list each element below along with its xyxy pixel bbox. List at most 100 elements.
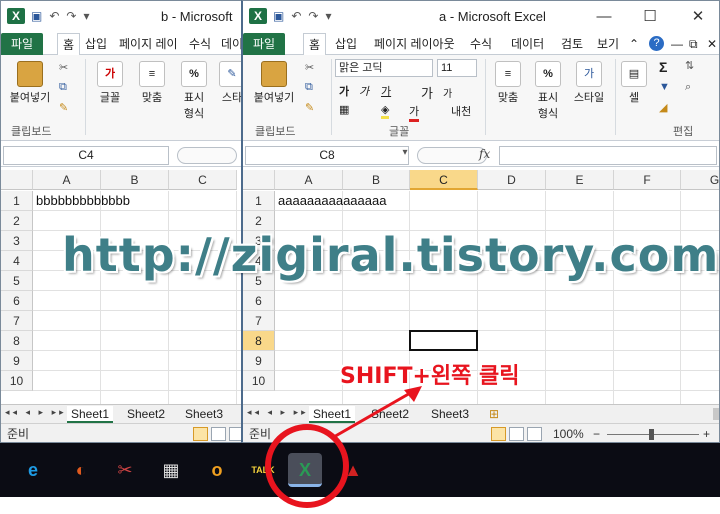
italic-button[interactable]: 가 [359, 83, 369, 99]
row-header[interactable]: 2 [1, 211, 33, 231]
paste-button[interactable]: 붙여넣기 [5, 61, 55, 105]
sheet-tab-3[interactable]: Sheet3 [181, 406, 227, 423]
tab-view[interactable]: 보기 [597, 33, 619, 55]
row-header[interactable]: 8 [243, 331, 275, 351]
find-select-icon[interactable]: ⌕ [685, 81, 691, 94]
tab-insert[interactable]: 삽입 [85, 33, 107, 55]
styles-button[interactable]: ✎ 스타 [217, 61, 244, 105]
cut-icon[interactable]: ✂ [59, 61, 68, 74]
column-header[interactable]: B [343, 170, 410, 190]
zoom-slider-thumb[interactable] [649, 429, 654, 440]
row-header[interactable]: 7 [243, 311, 275, 331]
normal-view-icon[interactable] [193, 427, 208, 441]
copy-icon[interactable]: ⧉ [305, 81, 313, 94]
customize-qat-icon[interactable]: ▾ [325, 9, 331, 23]
page-layout-view-icon[interactable] [211, 427, 226, 441]
workbook-close-icon[interactable]: ✕ [707, 33, 717, 55]
save-icon[interactable]: ▣ [273, 9, 284, 23]
font-button[interactable]: 가 글꼴 [93, 61, 127, 105]
row-header[interactable]: 3 [1, 231, 33, 251]
horizontal-scrollbar[interactable] [713, 408, 719, 420]
taskbar-app-media-player[interactable]: ◐ [64, 453, 98, 487]
grow-font-button[interactable]: 가 [421, 83, 433, 102]
select-all-corner[interactable] [1, 170, 33, 190]
tab-file[interactable]: 파일 [243, 33, 286, 55]
number-format-button[interactable]: % 표시 형식 [177, 61, 211, 121]
row-header[interactable]: 6 [243, 291, 275, 311]
clear-icon[interactable]: ◢ [659, 101, 667, 114]
column-header[interactable]: E [546, 170, 614, 190]
sheet-tab-3[interactable]: Sheet3 [427, 406, 473, 423]
name-box[interactable]: C8 [245, 146, 409, 165]
formula-input[interactable] [177, 147, 237, 164]
format-painter-icon[interactable]: ✎ [59, 101, 68, 114]
title-bar[interactable]: X ▣ ↶ ↷ ▾ b - Microsoft [1, 1, 244, 33]
number-format-button[interactable]: % 표시 형식 [531, 61, 565, 121]
excel-window-b[interactable]: X ▣ ↶ ↷ ▾ b - Microsoft 파일 홈 삽입 페이지 레이 수… [0, 0, 244, 443]
customize-qat-icon[interactable]: ▾ [83, 9, 89, 23]
sheet-navigation[interactable]: ◂◂ ◂ ▸ ▸▸ [247, 407, 309, 418]
tab-formulas[interactable]: 수식 [189, 33, 211, 55]
tab-data[interactable]: 데이 [221, 33, 243, 55]
tab-insert[interactable]: 삽입 [335, 33, 357, 55]
name-box-dropdown-icon[interactable]: ▾ [397, 147, 413, 158]
row-header[interactable]: 4 [1, 251, 33, 271]
row-header[interactable]: 7 [1, 311, 33, 331]
font-name-select[interactable]: 맑은 고딕 [335, 59, 433, 77]
column-header[interactable]: C [410, 170, 478, 190]
tab-page-layout[interactable]: 페이지 레이 [119, 33, 178, 55]
row-header[interactable]: 10 [1, 371, 33, 391]
tab-review[interactable]: 검토 [561, 33, 583, 55]
maximize-button[interactable]: ☐ [635, 7, 665, 27]
ribbon-minimize-icon[interactable]: — [671, 33, 683, 55]
paste-button[interactable]: 붙여넣기 [249, 61, 299, 105]
minimize-button[interactable]: — [589, 7, 619, 27]
copy-icon[interactable]: ⧉ [59, 81, 67, 94]
tab-formulas[interactable]: 수식 [470, 33, 492, 55]
ribbon-collapse-icon[interactable]: ⌃ [629, 33, 639, 55]
fill-color-icon[interactable]: ◈ [381, 103, 390, 119]
column-header[interactable]: B [101, 170, 169, 190]
row-header[interactable]: 8 [1, 331, 33, 351]
select-all-corner[interactable] [243, 170, 275, 190]
formula-input[interactable] [499, 146, 717, 165]
formula-tools[interactable] [417, 147, 487, 164]
tab-home[interactable]: 홈 [57, 33, 81, 56]
align-button[interactable]: ≡ 맞춤 [135, 61, 169, 105]
page-layout-view-icon[interactable] [509, 427, 524, 441]
row-header[interactable]: 1 [1, 191, 33, 211]
phonetic-guide-button[interactable]: 내천 [451, 103, 471, 119]
ribbon-restore-icon[interactable]: ⧉ [689, 33, 698, 55]
tab-home[interactable]: 홈 [303, 33, 327, 56]
fill-icon[interactable]: ▼ [659, 81, 670, 93]
row-header[interactable]: 5 [1, 271, 33, 291]
sheet-navigation[interactable]: ◂◂ ◂ ▸ ▸▸ [5, 407, 67, 418]
cut-icon[interactable]: ✂ [305, 61, 314, 74]
save-icon[interactable]: ▣ [31, 9, 42, 23]
taskbar-app-paint[interactable]: ✂ [108, 453, 142, 487]
help-icon[interactable]: ? [649, 36, 664, 51]
name-box[interactable]: C4 [3, 146, 169, 165]
row-header[interactable]: 10 [243, 371, 275, 391]
insert-sheet-icon[interactable]: ⊞ [485, 406, 503, 423]
redo-icon[interactable]: ↷ [308, 9, 318, 23]
cell-a1[interactable]: aaaaaaaaaaaaaaa [278, 191, 386, 211]
cells-button[interactable]: ▤ 셀 [619, 61, 649, 105]
shrink-font-button[interactable]: 가 [443, 85, 452, 100]
title-bar[interactable]: X ▣ ↶ ↷ ▾ a - Microsoft Excel — ☐ ✕ [243, 1, 719, 33]
undo-icon[interactable]: ↶ [291, 9, 301, 23]
font-color-button[interactable]: 가 [409, 103, 420, 122]
undo-icon[interactable]: ↶ [49, 9, 59, 23]
zoom-out-button[interactable]: − [593, 424, 600, 442]
column-header[interactable]: A [275, 170, 343, 190]
column-header[interactable]: D [478, 170, 546, 190]
cell-a1[interactable]: bbbbbbbbbbbbb [36, 191, 130, 211]
sheet-tab-1[interactable]: Sheet1 [67, 406, 114, 423]
redo-icon[interactable]: ↷ [66, 9, 76, 23]
format-painter-icon[interactable]: ✎ [305, 101, 314, 114]
taskbar-app-outlook[interactable]: o [200, 453, 234, 487]
column-header[interactable]: F [614, 170, 681, 190]
sort-filter-icon[interactable]: ⇅ [685, 59, 694, 72]
column-header[interactable]: C [169, 170, 237, 190]
zoom-in-button[interactable]: + [703, 424, 710, 442]
